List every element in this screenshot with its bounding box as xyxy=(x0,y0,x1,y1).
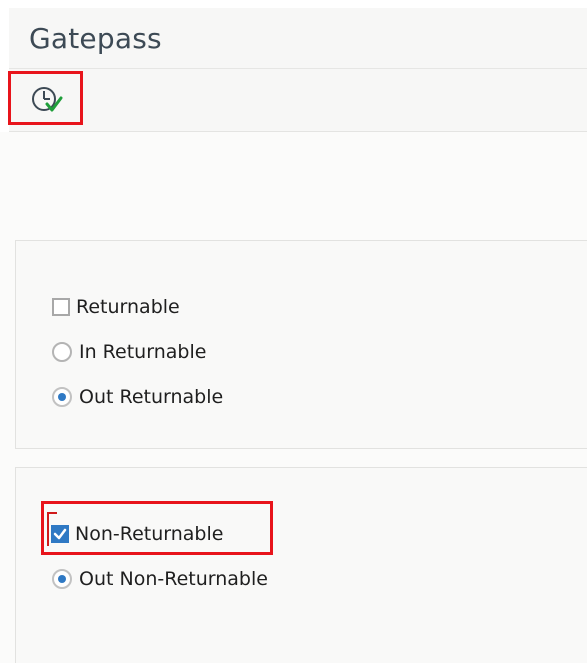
out-non-returnable-label: Out Non-Returnable xyxy=(79,568,268,590)
radio-selected-icon xyxy=(52,569,72,589)
returnable-label: Returnable xyxy=(76,296,180,318)
execute-highlight-box xyxy=(8,71,83,125)
radio-selected-icon xyxy=(52,387,72,407)
page-title: Gatepass xyxy=(29,22,162,55)
checkbox-unchecked-icon xyxy=(52,298,70,316)
out-returnable-label: Out Returnable xyxy=(79,386,224,408)
out-non-returnable-radio[interactable]: Out Non-Returnable xyxy=(52,568,268,590)
non-returnable-group xyxy=(15,467,587,663)
in-returnable-label: In Returnable xyxy=(79,341,207,363)
radio-unselected-icon xyxy=(52,342,72,362)
toolbar xyxy=(9,69,587,132)
title-bar: Gatepass xyxy=(9,8,587,69)
non-returnable-highlight-box xyxy=(41,501,273,555)
out-returnable-radio[interactable]: Out Returnable xyxy=(52,386,223,408)
in-returnable-radio[interactable]: In Returnable xyxy=(52,341,206,363)
returnable-checkbox[interactable]: Returnable xyxy=(52,296,180,318)
